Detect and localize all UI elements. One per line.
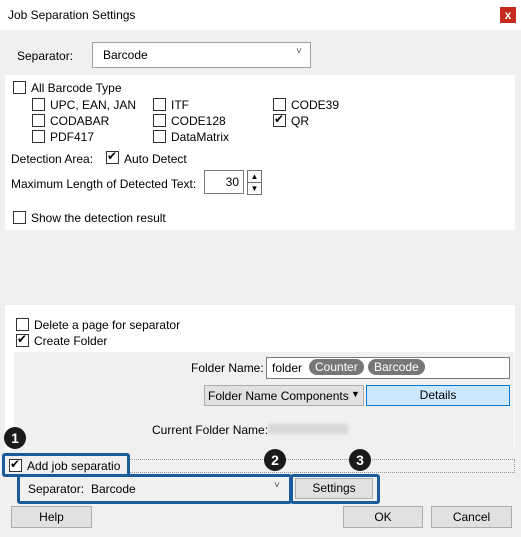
detection-area-label: Detection Area: [11, 152, 94, 166]
type-label-codabar: CODABAR [50, 114, 110, 128]
callout-3: 3 [349, 449, 371, 471]
create-folder-checkbox[interactable] [16, 332, 29, 347]
ok-button-label: OK [374, 510, 392, 524]
max-length-value: 30 [225, 175, 239, 189]
type-checkbox-pdf417[interactable] [32, 130, 45, 143]
type-checkbox-codabar[interactable] [32, 114, 45, 127]
folder-components-button[interactable]: Folder Name Components ▼ [204, 385, 364, 406]
type-label-pdf417: PDF417 [50, 130, 95, 144]
chevron-down-icon: ˅ [296, 46, 302, 57]
bottom-separator-label: Separator: [28, 482, 85, 496]
type-checkbox-itf[interactable] [153, 98, 166, 111]
folder-name-input[interactable]: folder Counter Barcode [266, 357, 510, 379]
type-label-code128: CODE128 [171, 114, 226, 128]
show-result-checkbox[interactable] [13, 211, 26, 224]
type-checkbox-code39[interactable] [273, 98, 286, 111]
max-length-label: Maximum Length of Detected Text: [11, 177, 197, 191]
callout-1: 1 [4, 427, 26, 449]
folder-token-counter[interactable]: Counter [309, 359, 364, 375]
type-label-datamatrix: DataMatrix [171, 130, 230, 144]
bottom-separator-select[interactable]: Barcode ˅ [86, 478, 285, 498]
window-title: Job Separation Settings [8, 8, 136, 22]
create-folder-label: Create Folder [34, 334, 108, 348]
bottom-separator-value: Barcode [91, 482, 136, 496]
type-checkbox-code128[interactable] [153, 114, 166, 127]
delete-page-label: Delete a page for separator [34, 318, 181, 332]
details-button[interactable]: Details [366, 385, 510, 406]
current-folder-value-redacted [268, 424, 348, 434]
type-checkbox-qr[interactable] [273, 112, 286, 127]
add-job-label: Add job separatio [27, 459, 121, 473]
separator-label: Separator: [17, 49, 74, 63]
auto-detect-checkbox[interactable] [106, 149, 119, 164]
current-folder-label: Current Folder Name: [152, 423, 269, 437]
auto-detect-label: Auto Detect [124, 152, 187, 166]
type-label-code39: CODE39 [291, 98, 340, 112]
ok-button[interactable]: OK [343, 506, 423, 528]
help-button-label: Help [39, 510, 64, 524]
type-checkbox-datamatrix[interactable] [153, 130, 166, 143]
folder-name-label: Folder Name: [191, 361, 264, 375]
type-checkbox-upc[interactable] [32, 98, 45, 111]
type-label-qr: QR [291, 114, 309, 128]
type-label-upc: UPC, EAN, JAN [50, 98, 137, 112]
dropdown-arrow-icon: ▼ [351, 389, 360, 399]
separator-value: Barcode [103, 48, 148, 62]
close-icon[interactable]: x [500, 7, 516, 23]
chevron-down-icon: ˅ [274, 480, 280, 491]
add-job-checkbox[interactable] [9, 457, 22, 472]
cancel-button[interactable]: Cancel [431, 506, 512, 528]
all-barcode-checkbox[interactable] [13, 81, 26, 94]
delete-page-checkbox[interactable] [16, 318, 29, 331]
max-length-input[interactable]: 30 [204, 170, 244, 194]
settings-button-label: Settings [312, 481, 356, 495]
all-barcode-label: All Barcode Type [31, 81, 122, 95]
details-button-label: Details [419, 388, 457, 402]
folder-name-text: folder [272, 361, 303, 375]
separator-select[interactable]: Barcode ˅ [92, 42, 311, 68]
add-job-dotted-frame [128, 459, 515, 473]
folder-components-label: Folder Name Components [208, 389, 349, 403]
settings-button[interactable]: Settings [295, 478, 373, 499]
help-button[interactable]: Help [11, 506, 92, 528]
type-label-itf: ITF [171, 98, 189, 112]
cancel-button-label: Cancel [452, 510, 491, 524]
show-result-label: Show the detection result [31, 211, 166, 225]
folder-token-barcode[interactable]: Barcode [368, 359, 425, 375]
callout-2: 2 [264, 449, 286, 471]
spin-down-icon[interactable]: ▼ [247, 182, 262, 195]
